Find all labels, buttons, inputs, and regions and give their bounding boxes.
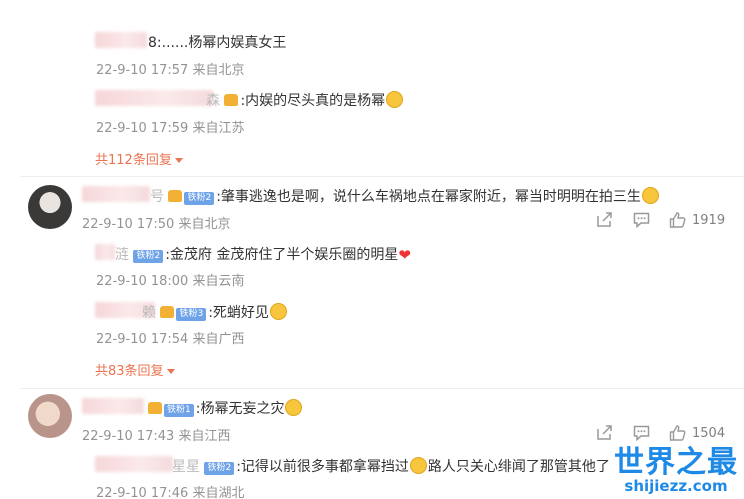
blurred-username <box>82 398 144 414</box>
reply-meta: 22-9-10 18:00 来自云南 <box>96 274 245 289</box>
comment-text: 铁粉1:杨幂无妄之灾 <box>148 398 303 418</box>
reply-text: 森 :内娱的尽头真的是杨幂 <box>206 90 404 110</box>
shock-emoji-icon <box>409 457 427 474</box>
vip-crown-icon <box>224 94 239 106</box>
like-icon <box>669 212 686 228</box>
share-button[interactable] <box>596 212 613 228</box>
comment-text: 号 铁粉2:肇事逃逸也是啊，说什么车祸地点在幂家附近，幂当时明明在拍三生 <box>150 186 660 206</box>
divider <box>20 388 744 389</box>
reply-text: 涟 铁粉2:金茂府 金茂府住了半个娱乐圈的明星❤ <box>115 246 411 264</box>
comment-icon <box>633 212 650 228</box>
thinking-emoji-icon <box>641 187 659 204</box>
vip-crown-icon <box>160 306 175 318</box>
reply-meta: 22-9-10 17:57 来自北京 <box>96 63 245 78</box>
reply-meta: 22-9-10 17:54 来自广西 <box>96 332 245 347</box>
more-replies-link[interactable]: 共112条回复 <box>95 149 183 168</box>
site-watermark: 世界之最 shijiezz.com <box>614 437 738 495</box>
blurred-username <box>95 90 213 106</box>
fan-badge: 铁粉1 <box>164 404 194 417</box>
like-count: 1919 <box>692 212 726 228</box>
vip-crown-icon <box>168 190 183 202</box>
blurred-username <box>82 186 150 202</box>
reply-meta: 22-9-10 17:46 来自湖北 <box>96 486 245 499</box>
grin-emoji-icon <box>269 303 287 320</box>
blurred-username <box>95 32 147 48</box>
heart-emoji-icon: ❤ <box>398 246 411 264</box>
fan-badge: 铁粉2 <box>184 192 215 205</box>
reply-meta: 22-9-10 17:59 来自江苏 <box>96 121 245 136</box>
laugh-emoji-icon <box>386 91 404 108</box>
reply-text: 星星 铁粉2:记得以前很多事都拿幂挡过 路人只关心绯闻了那管其他了 <box>172 457 610 475</box>
watermark-title: 世界之最 <box>614 445 738 480</box>
fan-badge: 铁粉2 <box>204 462 235 475</box>
comment-meta: 22-9-10 17:50 来自北京 <box>82 217 231 232</box>
like-button[interactable]: 1919 <box>669 212 725 228</box>
watermark-url: shijiezz.com <box>624 477 728 495</box>
share-icon <box>597 425 612 440</box>
chevron-down-icon <box>166 369 175 374</box>
cry-emoji-icon <box>285 399 303 416</box>
more-replies-link[interactable]: 共83条回复 <box>95 360 175 379</box>
share-button[interactable] <box>596 425 613 441</box>
blurred-username <box>95 244 115 260</box>
divider <box>20 176 744 177</box>
comment-button[interactable] <box>633 212 650 228</box>
avatar[interactable] <box>28 394 72 438</box>
avatar[interactable] <box>28 185 72 229</box>
fan-badge: 铁粉3 <box>176 308 207 321</box>
reply-text: 赖 铁粉3:死蛸好见 <box>142 302 288 322</box>
blurred-username <box>95 456 173 472</box>
reply-text: 8:......杨幂内娱真女王 <box>148 35 287 51</box>
comment-meta: 22-9-10 17:43 来自江西 <box>82 429 231 444</box>
fan-badge: 铁粉2 <box>133 250 164 263</box>
chevron-down-icon <box>174 158 183 163</box>
share-icon <box>597 212 612 227</box>
vip-crown-icon <box>148 402 162 414</box>
